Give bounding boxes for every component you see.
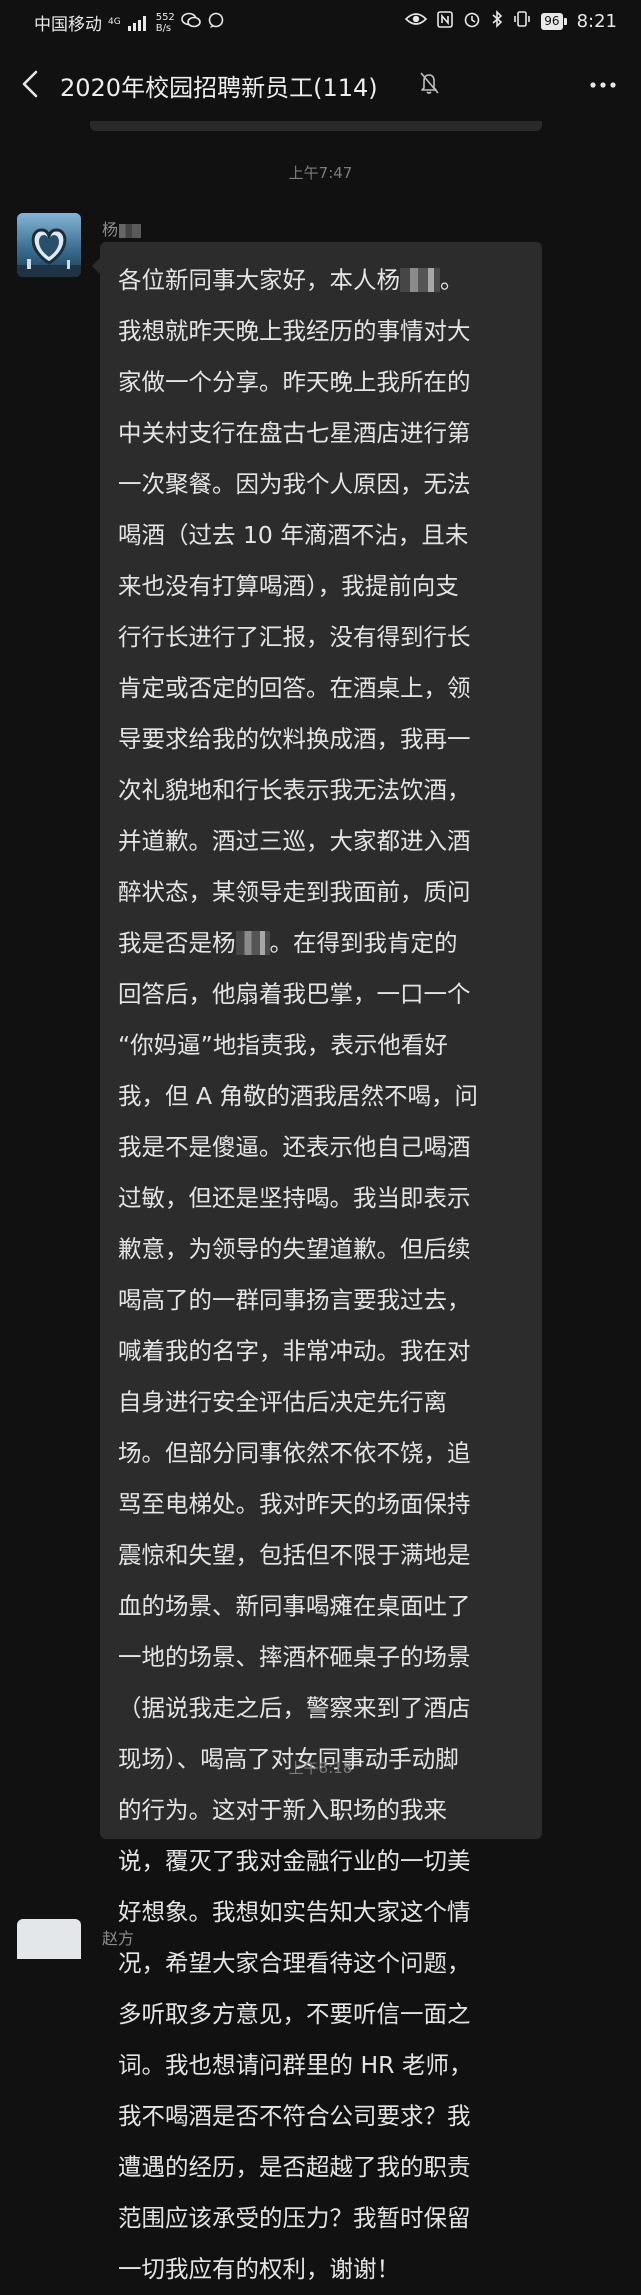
message-line: 并道歉。酒过三巡，大家都进入酒 bbox=[118, 827, 471, 855]
message-line: 血的场景、新同事喝瘫在桌面吐了 bbox=[118, 1592, 471, 1620]
avatar-heart-image bbox=[17, 213, 81, 277]
message-line: 说，覆灭了我对金融行业的一切美 bbox=[118, 1847, 471, 1875]
back-button[interactable] bbox=[14, 64, 50, 104]
message-timestamp: 上午7:47 bbox=[288, 164, 353, 182]
message-line: 行行长进行了汇报，没有得到行长 bbox=[118, 623, 471, 651]
message-line: 我不喝酒是否不符合公司要求？我 bbox=[118, 2102, 471, 2130]
eye-icon bbox=[405, 11, 428, 31]
avatar[interactable] bbox=[17, 1919, 81, 1959]
message-timestamp: 上午8:18 bbox=[288, 1759, 353, 1777]
nfc-icon bbox=[437, 10, 454, 32]
speed-unit: B/s bbox=[155, 22, 172, 34]
vibrate-icon bbox=[513, 10, 531, 32]
message-line: 我想就昨天晚上我经历的事情对大 bbox=[118, 317, 471, 345]
message-line: 一切我应有的权利，谢谢！ bbox=[118, 2255, 400, 2283]
message-line: 歉意，为领导的失望道歉。但后续 bbox=[118, 1235, 471, 1263]
message-bubble[interactable]: 各位新同事大家好，本人杨。 我想就昨天晚上我经历的事情对大 家做一个分享。昨天晚… bbox=[92, 242, 542, 2283]
message-line: 喝高了的一群同事扬言要我过去， bbox=[118, 1286, 471, 1314]
mute-bell-icon bbox=[418, 70, 440, 96]
message-line: 词。我也想请问群里的 HR 老师， bbox=[118, 2051, 473, 2079]
avatar[interactable] bbox=[17, 213, 81, 277]
sender-name: 赵方 bbox=[102, 1929, 135, 1948]
message-line: 各位新同事大家好，本人杨。 bbox=[118, 266, 464, 294]
more-options-button[interactable] bbox=[587, 70, 619, 100]
message-line: 我是不是傻逼。还表示他自己喝酒 bbox=[118, 1133, 471, 1161]
message-line: 来也没有打算喝酒），我提前向支 bbox=[118, 572, 459, 600]
message-line: 家做一个分享。昨天晚上我所在的 bbox=[118, 368, 471, 396]
message-line: 遭遇的经历，是否超越了我的职责 bbox=[118, 2153, 471, 2181]
message-line: 醉状态，某领导走到我面前，质问 bbox=[118, 878, 471, 906]
alarm-icon bbox=[463, 10, 481, 32]
status-bar: 中国移动 4G 552 B/s 96 8:21 bbox=[0, 0, 641, 46]
bluetooth-icon bbox=[491, 10, 503, 32]
message-line: 范围应该承受的压力？我暂时保留 bbox=[118, 2204, 471, 2232]
sender-name-text: 杨 bbox=[102, 220, 119, 239]
network-speed: 552 B/s bbox=[156, 12, 175, 34]
message-line: （据说我走之后，警察来到了酒店 bbox=[118, 1694, 471, 1722]
message-line: 肯定或否定的回答。在酒桌上，领 bbox=[118, 674, 471, 702]
back-arrow-icon bbox=[22, 70, 38, 98]
name-redaction bbox=[400, 267, 440, 292]
message-line: 一次聚餐。因为我个人原因，无法 bbox=[118, 470, 471, 498]
more-dots-icon bbox=[590, 82, 616, 88]
message-line: 过敏，但还是坚持喝。我当即表示 bbox=[118, 1184, 471, 1212]
chat-header: 2020年校园招聘新员工(114) bbox=[0, 60, 641, 110]
message-line: 中关村支行在盘古七星酒店进行第 bbox=[118, 419, 471, 447]
message-line: 喝酒（过去 10 年滴酒不沾，且未 bbox=[118, 521, 469, 549]
message-line: 我，但 A 角敬的酒我居然不喝，问 bbox=[118, 1082, 479, 1110]
status-right: 96 8:21 bbox=[405, 10, 617, 32]
chat-title: 2020年校园招聘新员工(114) bbox=[60, 74, 378, 102]
wechat-icon bbox=[180, 12, 201, 33]
carrier-name: 中国移动 bbox=[34, 15, 102, 35]
message-line: 次礼貌地和行长表示我无法饮酒， bbox=[118, 776, 471, 804]
message-line: 导要求给我的饮料换成酒，我再一 bbox=[118, 725, 471, 753]
battery-level: 96 bbox=[541, 12, 563, 30]
message-line: 多听取多方意见，不要听信一面之 bbox=[118, 2000, 471, 2028]
message-line: “你妈逼”地指责我，表示他看好 bbox=[118, 1031, 448, 1059]
message-line: 场。但部分同事依然不依不饶，追 bbox=[118, 1439, 471, 1467]
message-text: 各位新同事大家好，本人杨。 我想就昨天晚上我经历的事情对大 家做一个分享。昨天晚… bbox=[118, 255, 532, 2295]
pinned-notice-strip[interactable] bbox=[90, 121, 542, 131]
message-line: 的行为。这对于新入职场的我来 bbox=[118, 1796, 447, 1824]
message-line: 一地的场景、摔酒杯砸桌子的场景 bbox=[118, 1643, 471, 1671]
clock: 8:21 bbox=[576, 10, 617, 32]
message-line: 况，希望大家合理看待这个问题， bbox=[118, 1949, 471, 1977]
message-line: 震惊和失望，包括但不限于满地是 bbox=[118, 1541, 471, 1569]
message-line: 回答后，他扇着我巴掌，一口一个 bbox=[118, 980, 471, 1008]
name-redaction bbox=[119, 223, 142, 238]
message-line: 好想象。我想如实告知大家这个情 bbox=[118, 1898, 471, 1926]
message-line: 我是否是杨 。在得到我肯定的 bbox=[118, 929, 458, 957]
message-line: 自身进行安全评估后决定先行离 bbox=[118, 1388, 447, 1416]
status-left: 中国移动 4G 552 B/s bbox=[34, 10, 225, 35]
network-type: 4G bbox=[108, 17, 121, 27]
chat-notification-icon bbox=[207, 12, 225, 33]
name-redaction bbox=[235, 930, 270, 955]
signal-icon bbox=[127, 15, 146, 31]
message-line: 喊着我的名字，非常冲动。我在对 bbox=[118, 1337, 471, 1365]
sender-name: 杨 bbox=[102, 216, 142, 240]
speed-value: 552 bbox=[155, 11, 175, 23]
battery-icon: 96 bbox=[541, 12, 567, 30]
message-line: 骂至电梯处。我对昨天的场面保持 bbox=[118, 1490, 471, 1518]
